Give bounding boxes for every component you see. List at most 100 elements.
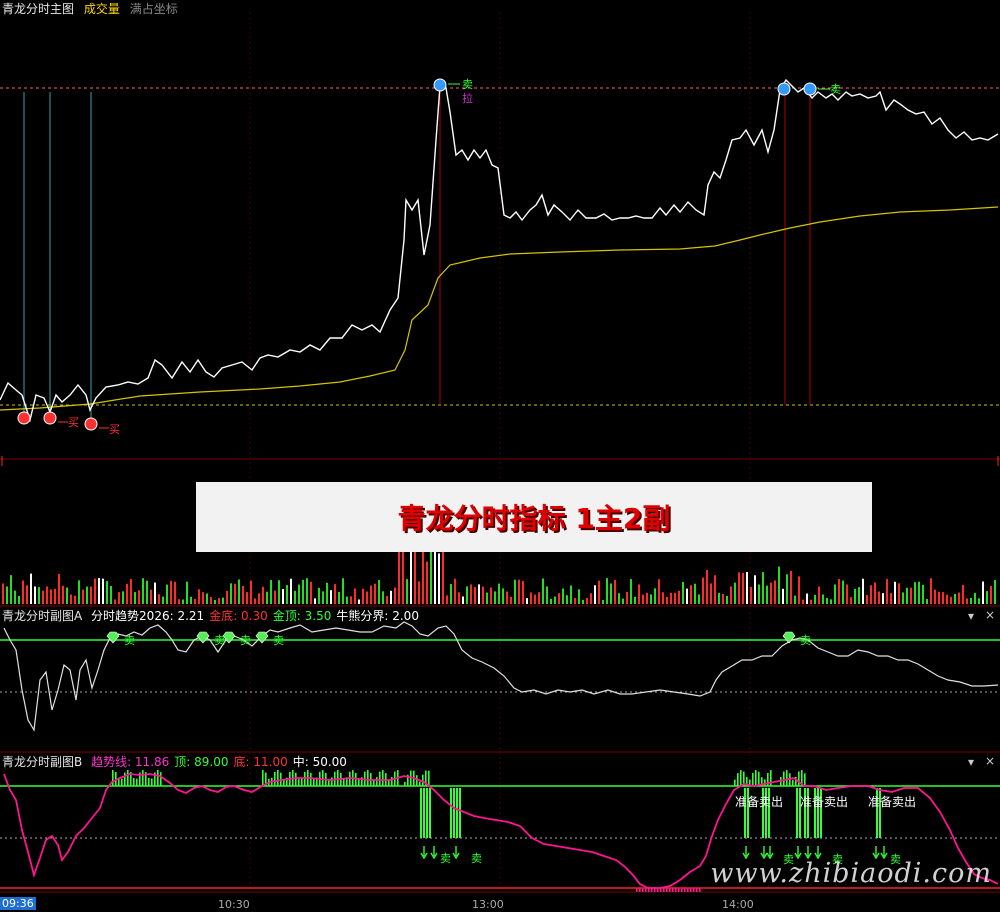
volume-bar (198, 589, 200, 604)
sub-b-histogram-bar (295, 772, 297, 786)
sub-a-sell-label-1: 卖 (124, 634, 135, 647)
sub-b-histogram-bar (404, 781, 406, 786)
sub-b-histogram-bar (734, 779, 736, 786)
sub-b-histogram-bar (337, 770, 339, 786)
volume-bar (518, 579, 520, 604)
sub-b-histogram-bar (419, 781, 421, 786)
sub-a-sell-label-3: 卖 (240, 634, 251, 647)
sub-b-histogram-bar (304, 771, 306, 786)
volume-bar (722, 593, 724, 604)
sub-b-sell-label-1: 卖 (440, 852, 451, 865)
volume-bar (534, 594, 536, 604)
sub-b-histogram-bar (277, 770, 279, 786)
volume-bar (446, 595, 448, 604)
volume-bar (386, 596, 388, 604)
volume-bar (106, 581, 108, 604)
volume-bar (426, 561, 428, 604)
volume-bar (122, 591, 124, 604)
volume-bar (810, 599, 812, 604)
volume-bar (206, 593, 208, 604)
volume-bar (462, 596, 464, 604)
volume-bar (678, 590, 680, 604)
volume-bar (2, 583, 4, 604)
volume-bar (574, 597, 576, 604)
volume-bar (514, 579, 516, 604)
volume-bar (798, 576, 800, 604)
sub-b-histogram-bar (160, 772, 162, 786)
sub-b-histogram-bar (379, 771, 381, 786)
sub-a-item-2: 金顶: 3.50 (273, 609, 332, 623)
sub-b-histogram-bar (112, 770, 114, 786)
volume-bar (178, 599, 180, 604)
sub-a-item-label: 分时趋势2026: (91, 609, 174, 623)
sub-b-close-button[interactable]: × (985, 754, 995, 768)
volume-bar (738, 572, 740, 604)
volume-bar (622, 598, 624, 604)
volume-bar (814, 595, 816, 604)
volume-bar (266, 591, 268, 604)
sub-a-close-button[interactable]: × (985, 608, 995, 622)
volume-bar (618, 593, 620, 604)
volume-bar (490, 587, 492, 604)
sub-a-sell-label-5: 卖 (800, 634, 811, 647)
volume-bar (98, 578, 100, 604)
volume-bar (82, 589, 84, 604)
volume-bar (394, 587, 396, 604)
volume-bar (666, 596, 668, 604)
sub-b-dropdown-button[interactable]: ▾ (968, 755, 974, 769)
sub-b-histogram-bar (343, 779, 345, 786)
volume-bar (954, 593, 956, 604)
volume-bar (202, 592, 204, 604)
volume-bar (554, 596, 556, 604)
volume-bar (602, 599, 604, 604)
volume-bar (298, 584, 300, 604)
volume-bar (362, 588, 364, 604)
sub-b-bottom-bar (666, 888, 668, 892)
sub-a-dropdown-button[interactable]: ▾ (968, 609, 974, 623)
volume-bar (526, 598, 528, 604)
volume-bar (66, 587, 68, 604)
sub-b-histogram-bar (136, 778, 138, 786)
volume-bar (710, 583, 712, 604)
volume-bar (90, 586, 92, 604)
volume-bar (242, 585, 244, 604)
volume-bar (146, 580, 148, 604)
sub-b-bottom-bar (663, 888, 665, 892)
sub-a-item-value: 2.00 (388, 609, 419, 623)
sub-b-bottom-bar (642, 888, 644, 892)
volume-bar (870, 585, 872, 604)
sub-b-histogram-bar (391, 777, 393, 786)
volume-bar (686, 588, 688, 604)
volume-bar (390, 590, 392, 604)
volume-bar (846, 584, 848, 604)
volume-bar (746, 572, 748, 604)
volume-bar (418, 581, 420, 604)
volume-bar (682, 582, 684, 604)
sub-b-sell-bar (426, 788, 428, 838)
sub-b-item-2: 底: 11.00 (234, 755, 288, 769)
volume-bar (282, 589, 284, 604)
volume-bar (566, 595, 568, 604)
volume-bar (714, 575, 716, 604)
sub-b-item-value: 11.86 (131, 755, 170, 769)
volume-bar (246, 592, 248, 604)
volume-bar (354, 588, 356, 604)
sell-label-2: 卖 (830, 83, 841, 96)
volume-bar (582, 599, 584, 604)
volume-bar (786, 574, 788, 604)
volume-bar (190, 596, 192, 604)
volume-bar (706, 570, 708, 604)
volume-bar (770, 582, 772, 604)
time-axis-start: 09:36 (0, 897, 36, 910)
volume-bar (910, 587, 912, 604)
volume-bar (634, 596, 636, 604)
sub-b-histogram-bar (331, 777, 333, 786)
volume-bar (802, 599, 804, 604)
sub-b-sell-arrows (420, 846, 888, 860)
volume-bar (458, 592, 460, 604)
sub-b-sell-bar (453, 788, 455, 838)
volume-bar (22, 580, 24, 604)
volume-bar (774, 580, 776, 604)
volume-bar (310, 581, 312, 604)
volume-bar (842, 580, 844, 604)
